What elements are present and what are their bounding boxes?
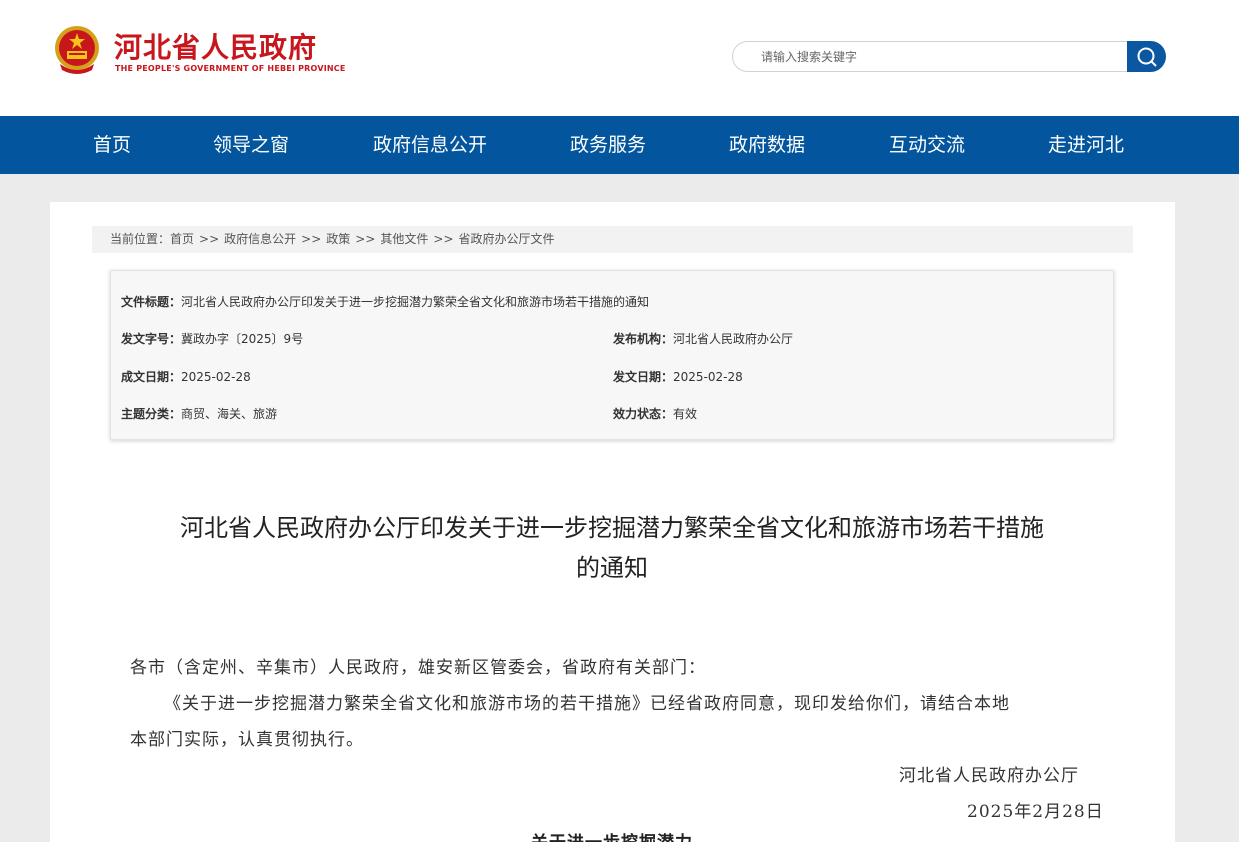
nav-item-services[interactable]: 政务服务 xyxy=(570,116,646,174)
info-title-row: 文件标题：河北省人民政府办公厅印发关于进一步挖掘潜力繁荣全省文化和旅游市场若干措… xyxy=(121,293,649,310)
info-status-row: 效力状态：有效 xyxy=(613,405,697,422)
info-created-value: 2025-02-28 xyxy=(181,370,251,384)
info-created-label: 成文日期： xyxy=(121,370,182,384)
attachment-title: 关于进一步挖掘潜力 xyxy=(110,828,1114,842)
nav-item-home[interactable]: 首页 xyxy=(93,116,131,174)
search-input[interactable] xyxy=(761,42,1111,71)
breadcrumb-item-home[interactable]: 首页 xyxy=(170,232,194,246)
document-title-line1: 河北省人民政府办公厅印发关于进一步挖掘潜力繁荣全省文化和旅游市场若干措施 xyxy=(180,514,1044,542)
document-info-box: 文件标题：河北省人民政府办公厅印发关于进一步挖掘潜力繁荣全省文化和旅游市场若干措… xyxy=(110,270,1114,440)
breadcrumb-separator: >> xyxy=(433,232,454,246)
breadcrumb-separator: >> xyxy=(301,232,322,246)
breadcrumb-item-policy[interactable]: 政策 xyxy=(326,232,350,246)
site-subtitle: THE PEOPLE'S GOVERNMENT OF HEBEI PROVINC… xyxy=(115,64,346,73)
info-title-label: 文件标题： xyxy=(121,295,182,309)
nav-item-leaders[interactable]: 领导之窗 xyxy=(213,116,289,174)
info-published-row: 发文日期：2025-02-28 xyxy=(613,368,743,385)
info-docno-label: 发文字号： xyxy=(121,332,182,346)
info-docno-value: 冀政办字〔2025〕9号 xyxy=(181,332,304,346)
info-issuer-row: 发布机构：河北省人民政府办公厅 xyxy=(613,330,793,347)
nav-item-interaction[interactable]: 互动交流 xyxy=(889,116,965,174)
info-published-value: 2025-02-28 xyxy=(673,370,743,384)
document-title-line2: 的通知 xyxy=(576,554,648,582)
info-docno-row: 发文字号：冀政办字〔2025〕9号 xyxy=(121,330,303,347)
national-emblem-icon[interactable] xyxy=(52,24,102,76)
info-created-row: 成文日期：2025-02-28 xyxy=(121,368,251,385)
info-title-value: 河北省人民政府办公厅印发关于进一步挖掘潜力繁荣全省文化和旅游市场若干措施的通知 xyxy=(181,295,650,309)
breadcrumb-item-office-docs[interactable]: 省政府办公厅文件 xyxy=(459,232,555,246)
search-box xyxy=(732,41,1128,72)
content-panel: 当前位置：首页 >> 政府信息公开 >> 政策 >> 其他文件 >> 省政府办公厅文件 文件标题… xyxy=(50,202,1175,842)
breadcrumb-item-other-docs[interactable]: 其他文件 xyxy=(380,232,428,246)
info-status-value: 有效 xyxy=(673,407,698,421)
breadcrumb-separator: >> xyxy=(199,232,220,246)
site-header: 河北省人民政府 THE PEOPLE'S GOVERNMENT OF HEBEI… xyxy=(0,0,1239,116)
search-icon xyxy=(1137,47,1157,67)
info-published-label: 发文日期： xyxy=(613,370,674,384)
info-topic-row: 主题分类：商贸、海关、旅游 xyxy=(121,405,277,422)
nav-item-info-disclosure[interactable]: 政府信息公开 xyxy=(373,116,487,174)
document-salutation: 各市（含定州、辛集市）人民政府，雄安新区管委会，省政府有关部门： xyxy=(130,658,706,678)
nav-item-about-hebei[interactable]: 走进河北 xyxy=(1048,116,1124,174)
breadcrumb-item-info[interactable]: 政府信息公开 xyxy=(224,232,296,246)
info-issuer-value: 河北省人民政府办公厅 xyxy=(673,332,794,346)
document-title: 河北省人民政府办公厅印发关于进一步挖掘潜力繁荣全省文化和旅游市场若干措施 的通知 xyxy=(110,508,1114,588)
info-topic-value: 商贸、海关、旅游 xyxy=(181,407,278,421)
document-paragraph-line2: 本部门实际，认真贯彻执行。 xyxy=(130,730,364,750)
document-signature: 河北省人民政府办公厅 xyxy=(899,766,1079,786)
nav-item-data[interactable]: 政府数据 xyxy=(729,116,805,174)
document-date: 2025年2月28日 xyxy=(967,802,1104,822)
site-title[interactable]: 河北省人民政府 xyxy=(114,26,317,66)
breadcrumb-separator: >> xyxy=(355,232,376,246)
info-topic-label: 主题分类： xyxy=(121,407,182,421)
info-issuer-label: 发布机构： xyxy=(613,332,674,346)
search-button[interactable] xyxy=(1127,41,1166,72)
main-nav: 首页 领导之窗 政府信息公开 政务服务 政府数据 互动交流 走进河北 xyxy=(0,116,1239,174)
info-status-label: 效力状态： xyxy=(613,407,674,421)
breadcrumb: 当前位置：首页 >> 政府信息公开 >> 政策 >> 其他文件 >> 省政府办公厅文件 xyxy=(92,226,1133,253)
document-paragraph-line1: 《关于进一步挖掘潜力繁荣全省文化和旅游市场的若干措施》已经省政府同意，现印发给你… xyxy=(164,694,1010,714)
breadcrumb-prefix: 当前位置： xyxy=(110,232,171,246)
